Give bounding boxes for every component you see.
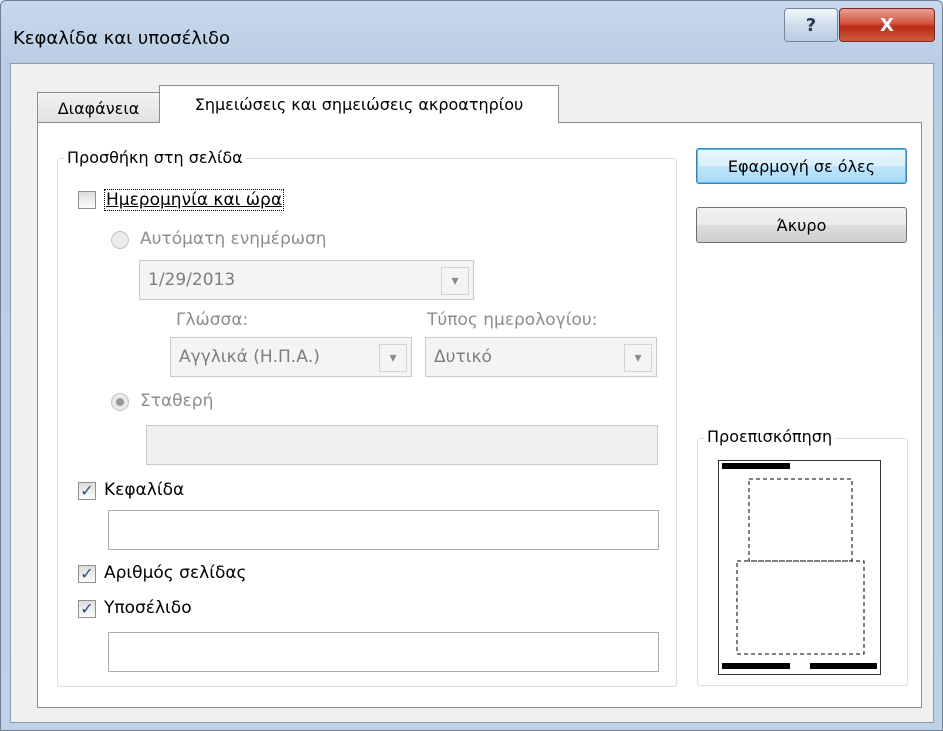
chevron-down-icon: ▾ xyxy=(624,344,652,372)
language-label: Γλώσσα: xyxy=(176,310,249,330)
window-title: Κεφαλίδα και υποσέλιδο xyxy=(13,28,231,49)
header-label: Κεφαλίδα xyxy=(104,480,185,500)
preview-slide-placeholder xyxy=(748,478,853,562)
fixed-radio[interactable] xyxy=(111,393,129,411)
help-icon: ? xyxy=(805,14,817,36)
preview-date-placeholder xyxy=(722,663,790,669)
header-checkbox[interactable]: ✓ xyxy=(78,482,96,500)
help-button[interactable]: ? xyxy=(784,8,838,42)
apply-all-button-label: Εφαρμογή σε όλες xyxy=(727,156,876,176)
fixed-label: Σταθερή xyxy=(140,391,214,411)
close-icon: X xyxy=(880,14,894,36)
date-format-value: 1/29/2013 xyxy=(148,270,236,290)
preview-group-label: Προεπισκόπηση xyxy=(704,427,836,446)
footer-label: Υποσέλιδο xyxy=(104,598,192,618)
datetime-checkbox[interactable] xyxy=(78,191,96,209)
preview-page-number-placeholder xyxy=(810,663,877,669)
tab-slide-label: Διαφάνεια xyxy=(57,98,140,118)
preview-header-placeholder xyxy=(722,463,790,469)
language-select[interactable]: Αγγλικά (Η.Π.Α.) ▾ xyxy=(170,337,412,377)
close-button[interactable]: X xyxy=(839,8,935,42)
page-number-label: Αριθμός σελίδας xyxy=(104,563,247,583)
chevron-down-icon: ▾ xyxy=(379,344,407,372)
add-to-page-group-label: Προσθήκη στη σελίδα xyxy=(64,148,246,167)
chevron-down-icon: ▾ xyxy=(441,267,469,295)
fixed-date-input[interactable] xyxy=(146,425,658,465)
preview-page xyxy=(718,460,881,675)
apply-all-button[interactable]: Εφαρμογή σε όλες xyxy=(696,148,907,184)
preview-drawing xyxy=(722,463,877,669)
calendar-type-value: Δυτικό xyxy=(434,347,492,367)
date-format-select[interactable]: 1/29/2013 ▾ xyxy=(139,260,474,300)
tab-notes-handouts[interactable]: Σημειώσεις και σημειώσεις ακροατηρίου xyxy=(159,85,559,123)
header-input[interactable] xyxy=(108,510,659,550)
tab-notes-handouts-label: Σημειώσεις και σημειώσεις ακροατηρίου xyxy=(194,95,524,114)
footer-input[interactable] xyxy=(108,632,659,672)
radio-selected-dot xyxy=(116,398,124,406)
preview-notes-placeholder xyxy=(736,560,865,655)
cancel-button[interactable]: Άκυρο xyxy=(696,207,907,243)
datetime-label: Ημερομηνία και ώρα xyxy=(104,189,285,211)
footer-checkbox[interactable]: ✓ xyxy=(78,600,96,618)
language-value: Αγγλικά (Η.Π.Α.) xyxy=(179,347,320,367)
cancel-button-label: Άκυρο xyxy=(776,215,827,235)
calendar-type-select[interactable]: Δυτικό ▾ xyxy=(425,337,657,377)
auto-update-radio[interactable] xyxy=(111,231,129,249)
page-number-checkbox[interactable]: ✓ xyxy=(78,565,96,583)
auto-update-label: Αυτόματη ενημέρωση xyxy=(140,229,327,249)
calendar-type-label: Τύπος ημερολογίου: xyxy=(427,310,598,330)
tab-slide[interactable]: Διαφάνεια xyxy=(37,92,160,123)
